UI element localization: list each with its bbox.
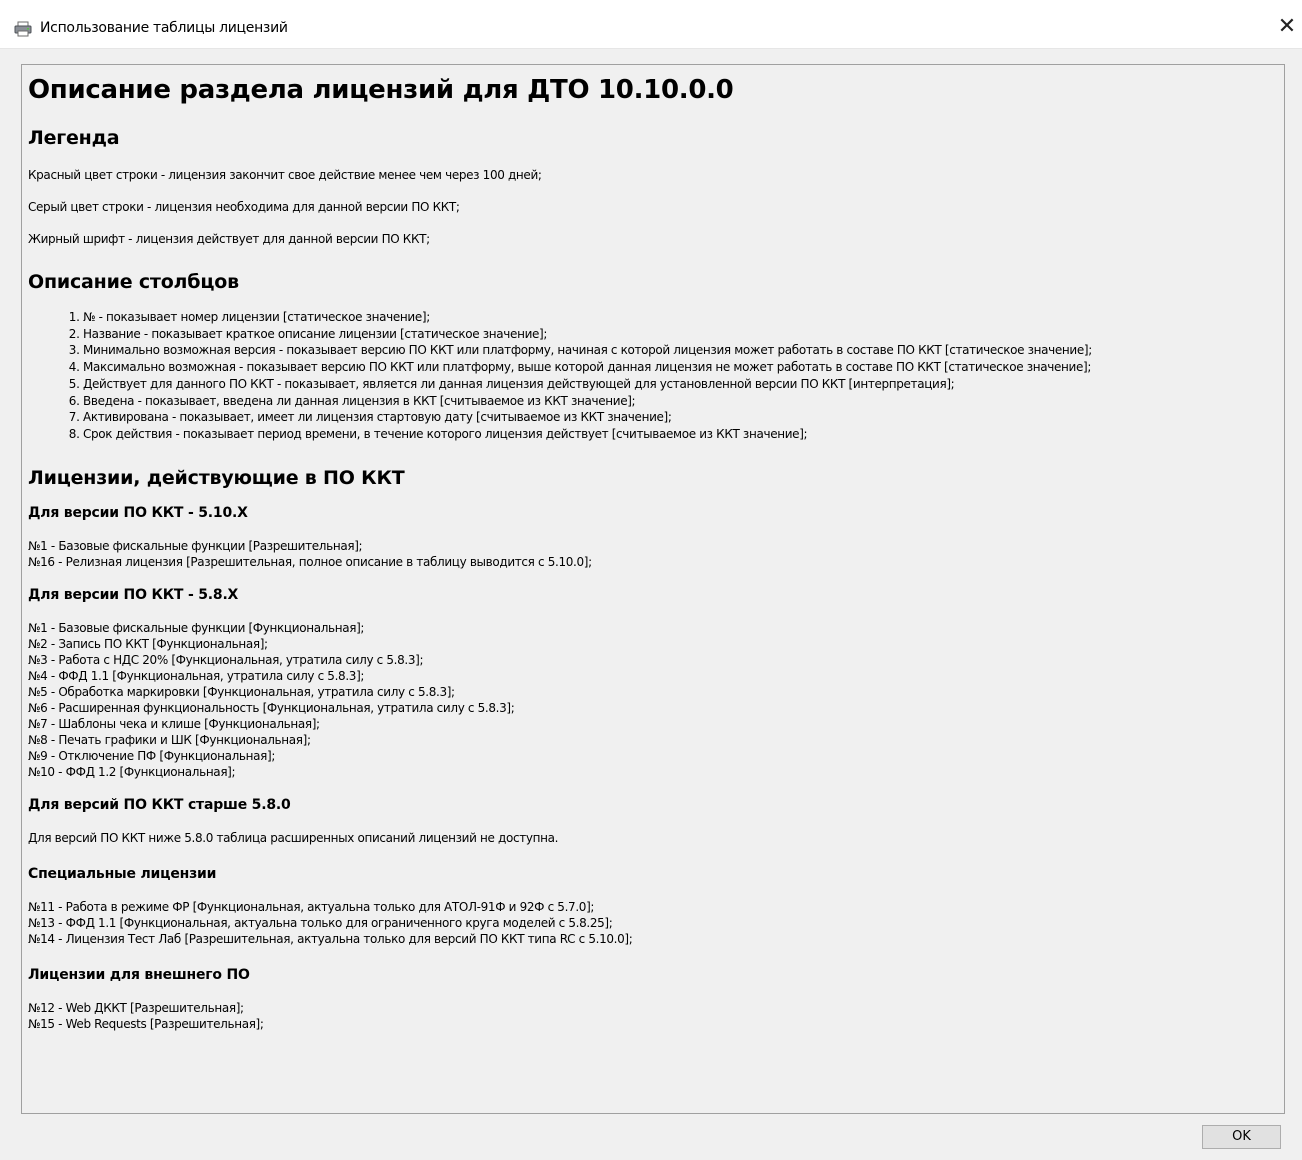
- license-list: №1 - Базовые фискальные функции [Функцио…: [28, 620, 1278, 780]
- list-item: №7 - Шаблоны чека и клише [Функциональна…: [28, 716, 320, 731]
- external-heading: Лицензии для внешнего ПО: [28, 966, 250, 983]
- list-item: №1 - Базовые фискальные функции [Разреши…: [28, 538, 363, 553]
- license-list: №12 - Web ДККТ [Разрешительная]; №15 - W…: [28, 1000, 1278, 1032]
- list-item: Максимально возможная - показывает верси…: [83, 359, 1278, 376]
- title-bar: Использование таблицы лицензий ✕: [0, 0, 1302, 49]
- version-heading: Для версий ПО ККТ старше 5.8.0: [28, 796, 291, 813]
- list-item: №6 - Расширенная функциональность [Функц…: [28, 700, 515, 715]
- legend-item: Серый цвет строки - лицензия необходима …: [28, 200, 460, 214]
- list-item: №14 - Лицензия Тест Лаб [Разрешительная,…: [28, 931, 633, 946]
- legend-item: Красный цвет строки - лицензия закончит …: [28, 168, 542, 182]
- license-description-panel: Описание раздела лицензий для ДТО 10.10.…: [21, 64, 1285, 1114]
- list-item: №13 - ФФД 1.1 [Функциональная, актуальна…: [28, 915, 613, 930]
- printer-icon: [14, 21, 32, 37]
- list-item: №16 - Релизная лицензия [Разрешительная,…: [28, 554, 592, 569]
- columns-list: № - показывает номер лицензии [статическ…: [28, 309, 1278, 443]
- list-item: №9 - Отключение ПФ [Функциональная];: [28, 748, 276, 763]
- list-item: Название - показывает краткое описание л…: [83, 326, 1278, 343]
- window-title: Использование таблицы лицензий: [40, 20, 288, 36]
- list-item: Активирована - показывает, имеет ли лице…: [83, 409, 1278, 426]
- list-item: №15 - Web Requests [Разрешительная];: [28, 1016, 264, 1031]
- version-heading: Для версии ПО ККТ - 5.10.X: [28, 504, 248, 521]
- list-item: №10 - ФФД 1.2 [Функциональная];: [28, 764, 236, 779]
- list-item: №11 - Работа в режиме ФР [Функциональная…: [28, 899, 595, 914]
- list-item: №4 - ФФД 1.1 [Функциональная, утратила с…: [28, 668, 365, 683]
- list-item: №12 - Web ДККТ [Разрешительная];: [28, 1000, 244, 1015]
- list-item: Минимально возможная версия - показывает…: [83, 342, 1278, 359]
- list-item: №3 - Работа с НДС 20% [Функциональная, у…: [28, 652, 424, 667]
- list-item: №2 - Запись ПО ККТ [Функциональная];: [28, 636, 268, 651]
- list-item: Введена - показывает, введена ли данная …: [83, 393, 1278, 410]
- license-list: №11 - Работа в режиме ФР [Функциональная…: [28, 899, 1278, 947]
- version-heading: Для версии ПО ККТ - 5.8.X: [28, 586, 239, 603]
- note-text: Для версий ПО ККТ ниже 5.8.0 таблица рас…: [28, 830, 559, 845]
- legend-item: Жирный шрифт - лицензия действует для да…: [28, 232, 430, 246]
- list-item: № - показывает номер лицензии [статическ…: [83, 309, 1278, 326]
- list-item: №8 - Печать графики и ШК [Функциональная…: [28, 732, 311, 747]
- page-title: Описание раздела лицензий для ДТО 10.10.…: [28, 75, 734, 105]
- list-item: Срок действия - показывает период времен…: [83, 426, 1278, 443]
- licenses-heading: Лицензии, действующие в ПО ККТ: [28, 466, 405, 489]
- close-icon[interactable]: ✕: [1272, 12, 1302, 42]
- license-list: №1 - Базовые фискальные функции [Разреши…: [28, 538, 1278, 570]
- columns-heading: Описание столбцов: [28, 271, 239, 293]
- list-item: №5 - Обработка маркировки [Функциональна…: [28, 684, 455, 699]
- legend-heading: Легенда: [28, 127, 120, 149]
- special-heading: Специальные лицензии: [28, 865, 217, 882]
- list-item: Действует для данного ПО ККТ - показывае…: [83, 376, 1278, 393]
- ok-button[interactable]: OK: [1202, 1125, 1281, 1149]
- list-item: №1 - Базовые фискальные функции [Функцио…: [28, 620, 365, 635]
